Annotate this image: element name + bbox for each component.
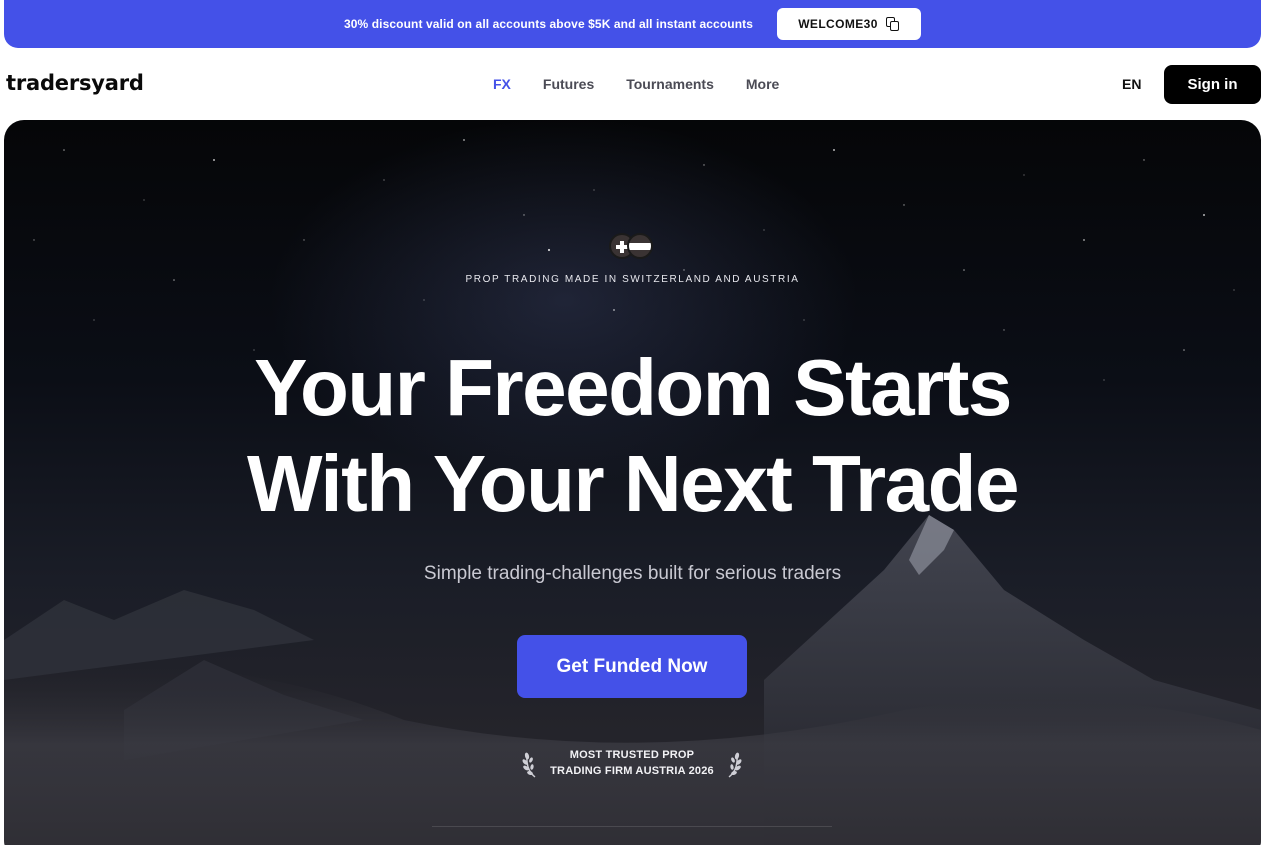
laurel-right-icon bbox=[728, 752, 742, 778]
hero-eyebrow: PROP TRADING MADE IN SWITZERLAND AND AUS… bbox=[465, 274, 800, 285]
hero-headline-line2: With Your Next Trade bbox=[247, 439, 1019, 528]
hero-subline: Simple trading-challenges built for seri… bbox=[423, 563, 842, 584]
laurel-left-icon bbox=[522, 752, 536, 778]
sign-in-button[interactable]: Sign in bbox=[1164, 65, 1261, 104]
award-line1: MOST TRUSTED PROP bbox=[569, 749, 695, 761]
nav-link-tournaments[interactable]: Tournaments bbox=[626, 76, 714, 92]
promo-text: 30% discount valid on all accounts above… bbox=[343, 17, 753, 31]
logo[interactable]: tradersyard bbox=[6, 71, 144, 95]
nav-link-more[interactable]: More bbox=[746, 76, 779, 92]
promo-banner: 30% discount valid on all accounts above… bbox=[4, 0, 1261, 48]
award-line2: TRADING FIRM AUSTRIA 2026 bbox=[550, 765, 714, 777]
flags bbox=[609, 233, 657, 259]
top-nav: tradersyard FX Futures Tournaments More … bbox=[0, 48, 1265, 120]
hero-headline-line1: Your Freedom Starts bbox=[254, 343, 1012, 432]
copy-code-button[interactable]: WELCOME30 bbox=[777, 8, 921, 40]
award-text: MOST TRUSTED PROP TRADING FIRM AUSTRIA 2… bbox=[550, 747, 714, 779]
nav-links: FX Futures Tournaments More bbox=[493, 76, 811, 92]
nav-link-fx[interactable]: FX bbox=[493, 76, 511, 92]
language-selector[interactable]: EN bbox=[1122, 76, 1141, 92]
hero-divider bbox=[432, 826, 832, 827]
hero-section: PROP TRADING MADE IN SWITZERLAND AND AUS… bbox=[4, 120, 1261, 845]
copy-icon bbox=[885, 17, 900, 31]
promo-code: WELCOME30 bbox=[798, 17, 878, 31]
austrian-flag-icon bbox=[627, 233, 653, 259]
nav-link-futures[interactable]: Futures bbox=[543, 76, 594, 92]
hero-headline: Your Freedom Starts With Your Next Trade bbox=[4, 340, 1261, 532]
award-badge: MOST TRUSTED PROP TRADING FIRM AUSTRIA 2… bbox=[517, 746, 747, 780]
get-funded-button[interactable]: Get Funded Now bbox=[517, 635, 747, 698]
